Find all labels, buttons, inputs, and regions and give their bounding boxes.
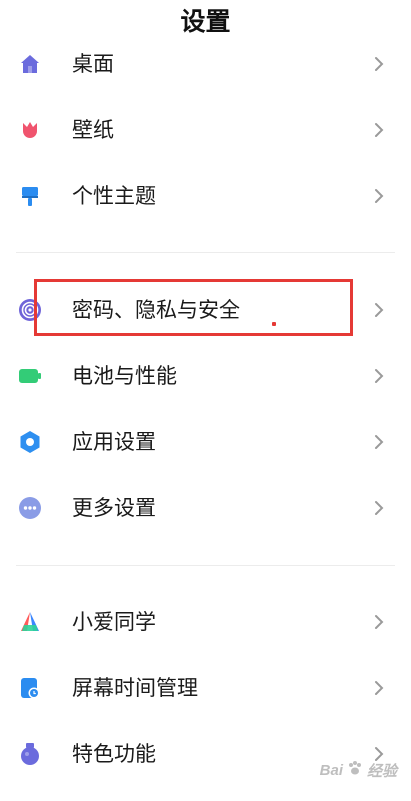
settings-item-label: 电池与性能	[72, 364, 177, 388]
settings-item-label: 更多设置	[72, 496, 156, 520]
tulip-icon	[17, 117, 43, 143]
watermark-brand-suffix: 经验	[366, 762, 397, 780]
xiaoai-icon	[17, 609, 43, 635]
paw-icon	[347, 760, 363, 780]
settings-item-label: 密码、隐私与安全	[72, 298, 240, 322]
section-divider	[16, 252, 395, 253]
settings-item-more-settings[interactable]: 更多设置	[0, 475, 411, 541]
features-icon	[17, 741, 43, 767]
settings-item-wallpaper[interactable]: 壁纸	[0, 97, 411, 163]
settings-item-xiaoai[interactable]: 小爱同学	[0, 589, 411, 655]
paint-brush-icon	[17, 183, 43, 209]
settings-item-privacy-security[interactable]: 密码、隐私与安全	[0, 277, 411, 343]
chevron-right-icon	[371, 498, 387, 518]
chevron-right-icon	[371, 54, 387, 74]
settings-item-battery[interactable]: 电池与性能	[0, 343, 411, 409]
section-divider	[16, 565, 395, 566]
settings-item-label: 应用设置	[72, 430, 156, 454]
chevron-right-icon	[371, 432, 387, 452]
chevron-right-icon	[371, 612, 387, 632]
home-icon	[17, 51, 43, 77]
gear-icon	[17, 429, 43, 455]
settings-item-label: 特色功能	[72, 742, 156, 766]
settings-item-theme[interactable]: 个性主题	[0, 163, 411, 229]
settings-item-label: 小爱同学	[72, 610, 156, 634]
more-dots-icon	[17, 495, 43, 521]
chevron-right-icon	[371, 300, 387, 320]
settings-item-label: 屏幕时间管理	[72, 676, 198, 700]
settings-item-app-settings[interactable]: 应用设置	[0, 409, 411, 475]
settings-item-desktop[interactable]: 桌面	[0, 31, 411, 97]
chevron-right-icon	[371, 120, 387, 140]
screen-time-icon	[17, 675, 43, 701]
chevron-right-icon	[371, 366, 387, 386]
watermark: Bai 经验	[320, 757, 397, 783]
settings-item-label: 桌面	[72, 52, 114, 76]
settings-item-screen-time[interactable]: 屏幕时间管理	[0, 655, 411, 721]
annotation-dot	[272, 322, 276, 326]
chevron-right-icon	[371, 186, 387, 206]
chevron-right-icon	[371, 678, 387, 698]
fingerprint-icon	[17, 297, 43, 323]
settings-item-label: 壁纸	[72, 118, 114, 142]
settings-item-label: 个性主题	[72, 184, 156, 208]
battery-icon	[17, 363, 43, 389]
watermark-brand: Bai	[319, 761, 343, 779]
